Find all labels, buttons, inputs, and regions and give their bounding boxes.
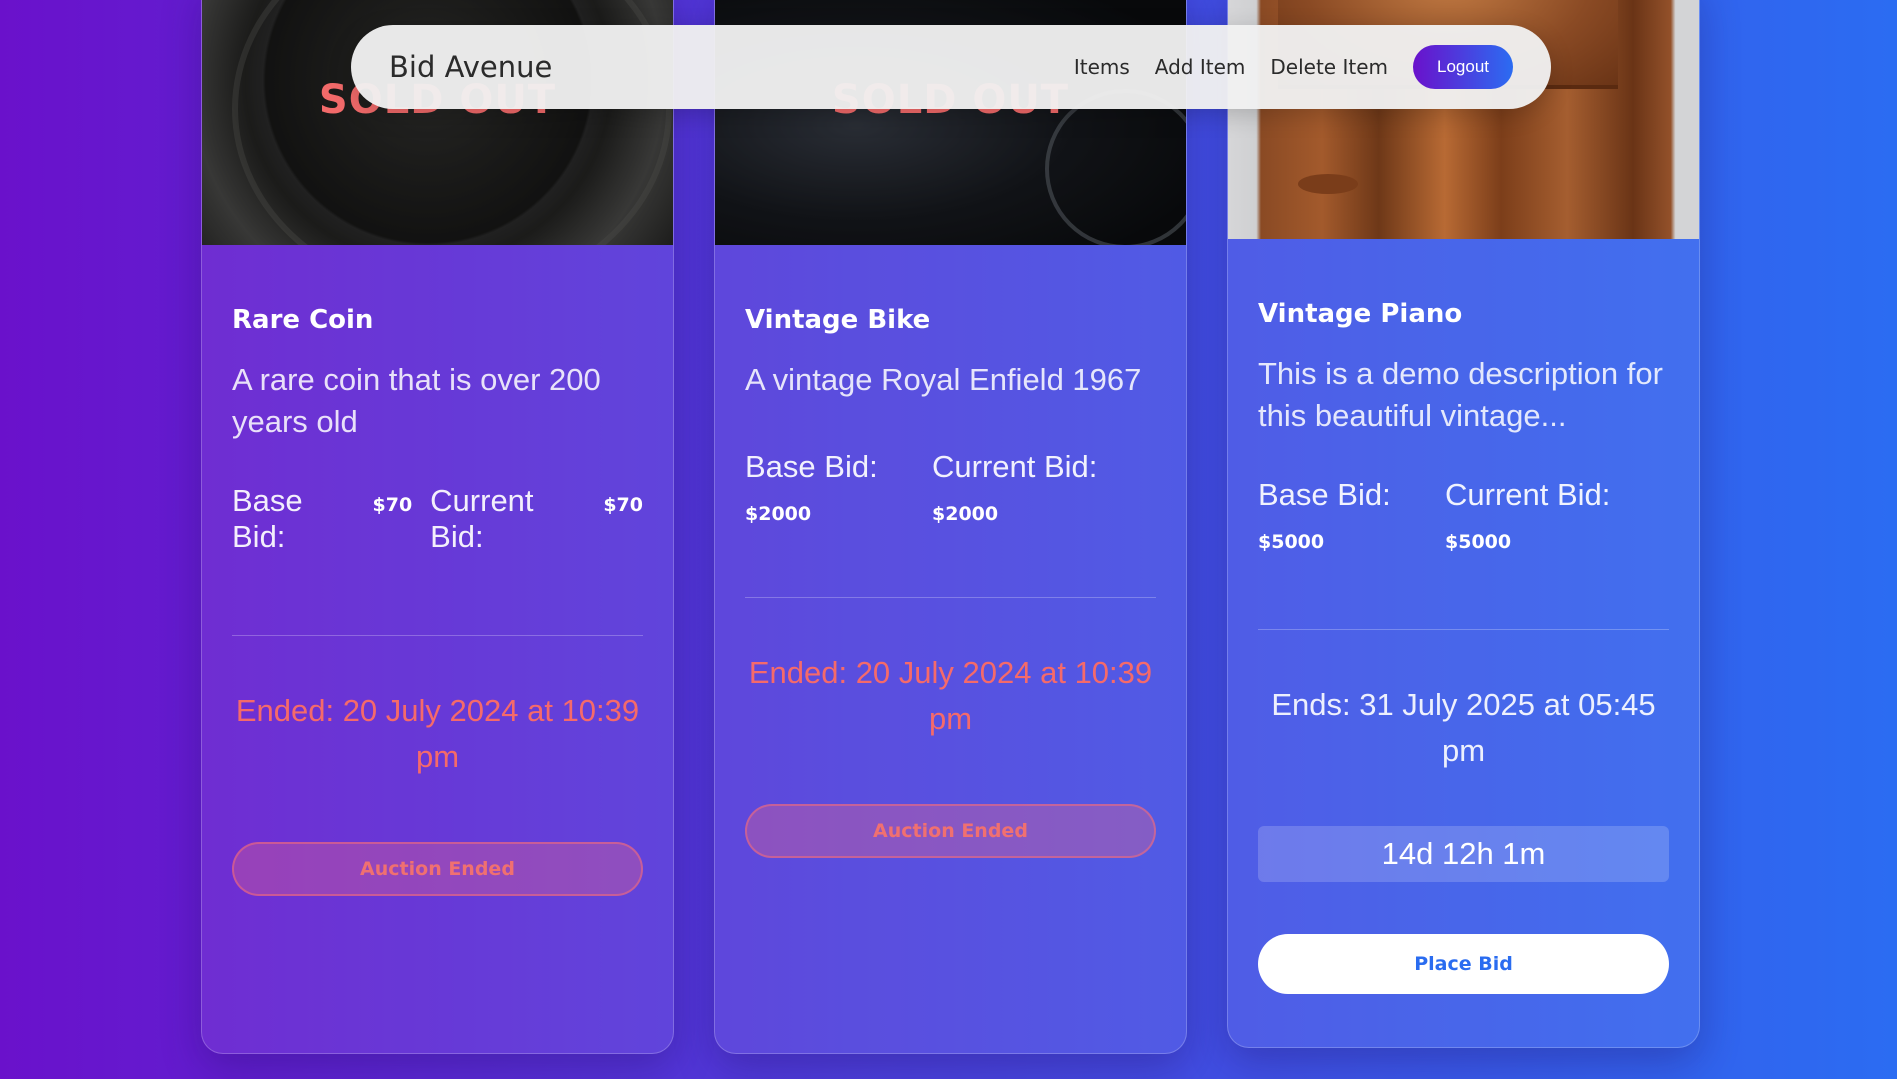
base-bid-value: $5000 bbox=[1258, 531, 1325, 553]
auction-card-vintage-piano: Vintage Piano This is a demo description… bbox=[1227, 0, 1700, 1048]
base-bid: Base Bid: $5000 bbox=[1258, 477, 1445, 553]
piano-stool-detail bbox=[1298, 174, 1358, 194]
auction-end-time: Ends: 31 July 2025 at 05:45 pm bbox=[1271, 687, 1656, 768]
bid-info: Base Bid: $5000 Current Bid: $5000 bbox=[1258, 477, 1669, 553]
card-body: Rare Coin A rare coin that is over 200 y… bbox=[202, 305, 673, 896]
auction-card-vintage-bike: SOLD OUT Vintage Bike A vintage Royal En… bbox=[714, 0, 1187, 1054]
auction-ended-button[interactable]: Auction Ended bbox=[232, 842, 643, 896]
card-body: Vintage Bike A vintage Royal Enfield 196… bbox=[715, 305, 1186, 858]
current-bid-label: Current Bid: bbox=[430, 483, 534, 554]
countdown-timer: 14d 12h 1m bbox=[1258, 826, 1669, 882]
base-bid: Base Bid: $70 bbox=[232, 483, 412, 555]
bid-info: Base Bid: $2000 Current Bid: $2000 bbox=[745, 449, 1156, 525]
auction-end-time: Ended: 20 July 2024 at 10:39 pm bbox=[748, 655, 1153, 736]
auction-grid: SOLD OUT Rare Coin A rare coin that is o… bbox=[0, 0, 1897, 1079]
base-bid: Base Bid: $2000 bbox=[745, 449, 932, 525]
brand-logo[interactable]: Bid Avenue bbox=[389, 50, 1049, 84]
base-bid-label: Base Bid: bbox=[232, 483, 303, 554]
item-title: Vintage Bike bbox=[745, 305, 931, 335]
base-bid-value: $2000 bbox=[745, 503, 812, 525]
logout-button[interactable]: Logout bbox=[1413, 45, 1513, 89]
divider bbox=[745, 597, 1156, 598]
current-bid: Current Bid: $70 bbox=[430, 483, 643, 555]
auction-ended-button[interactable]: Auction Ended bbox=[745, 804, 1156, 858]
place-bid-button[interactable]: Place Bid bbox=[1258, 934, 1669, 994]
current-bid: Current Bid: $2000 bbox=[932, 449, 1119, 525]
item-description: This is a demo description for this beau… bbox=[1258, 356, 1663, 433]
base-bid-label: Base Bid: bbox=[1258, 477, 1391, 512]
item-description: A vintage Royal Enfield 1967 bbox=[745, 362, 1142, 397]
auction-end-time: Ended: 20 July 2024 at 10:39 pm bbox=[235, 693, 640, 774]
base-bid-value: $70 bbox=[372, 494, 413, 516]
item-description: A rare coin that is over 200 years old bbox=[232, 362, 601, 439]
nav-link-items[interactable]: Items bbox=[1074, 55, 1130, 79]
current-bid-value: $5000 bbox=[1445, 531, 1512, 553]
item-title: Vintage Piano bbox=[1258, 299, 1463, 329]
top-navbar: Bid Avenue Items Add Item Delete Item Lo… bbox=[351, 25, 1551, 109]
nav-link-delete-item[interactable]: Delete Item bbox=[1270, 55, 1388, 79]
auction-card-rare-coin: SOLD OUT Rare Coin A rare coin that is o… bbox=[201, 0, 674, 1054]
current-bid-label: Current Bid: bbox=[1445, 477, 1611, 512]
nav-link-add-item[interactable]: Add Item bbox=[1155, 55, 1246, 79]
divider bbox=[1258, 629, 1669, 630]
current-bid-value: $70 bbox=[603, 494, 643, 516]
item-title: Rare Coin bbox=[232, 305, 374, 335]
base-bid-label: Base Bid: bbox=[745, 449, 878, 484]
card-body: Vintage Piano This is a demo description… bbox=[1228, 299, 1699, 994]
current-bid-value: $2000 bbox=[932, 503, 999, 525]
current-bid: Current Bid: $5000 bbox=[1445, 477, 1632, 553]
divider bbox=[232, 635, 643, 636]
current-bid-label: Current Bid: bbox=[932, 449, 1098, 484]
bid-info: Base Bid: $70 Current Bid: $70 bbox=[232, 483, 643, 555]
